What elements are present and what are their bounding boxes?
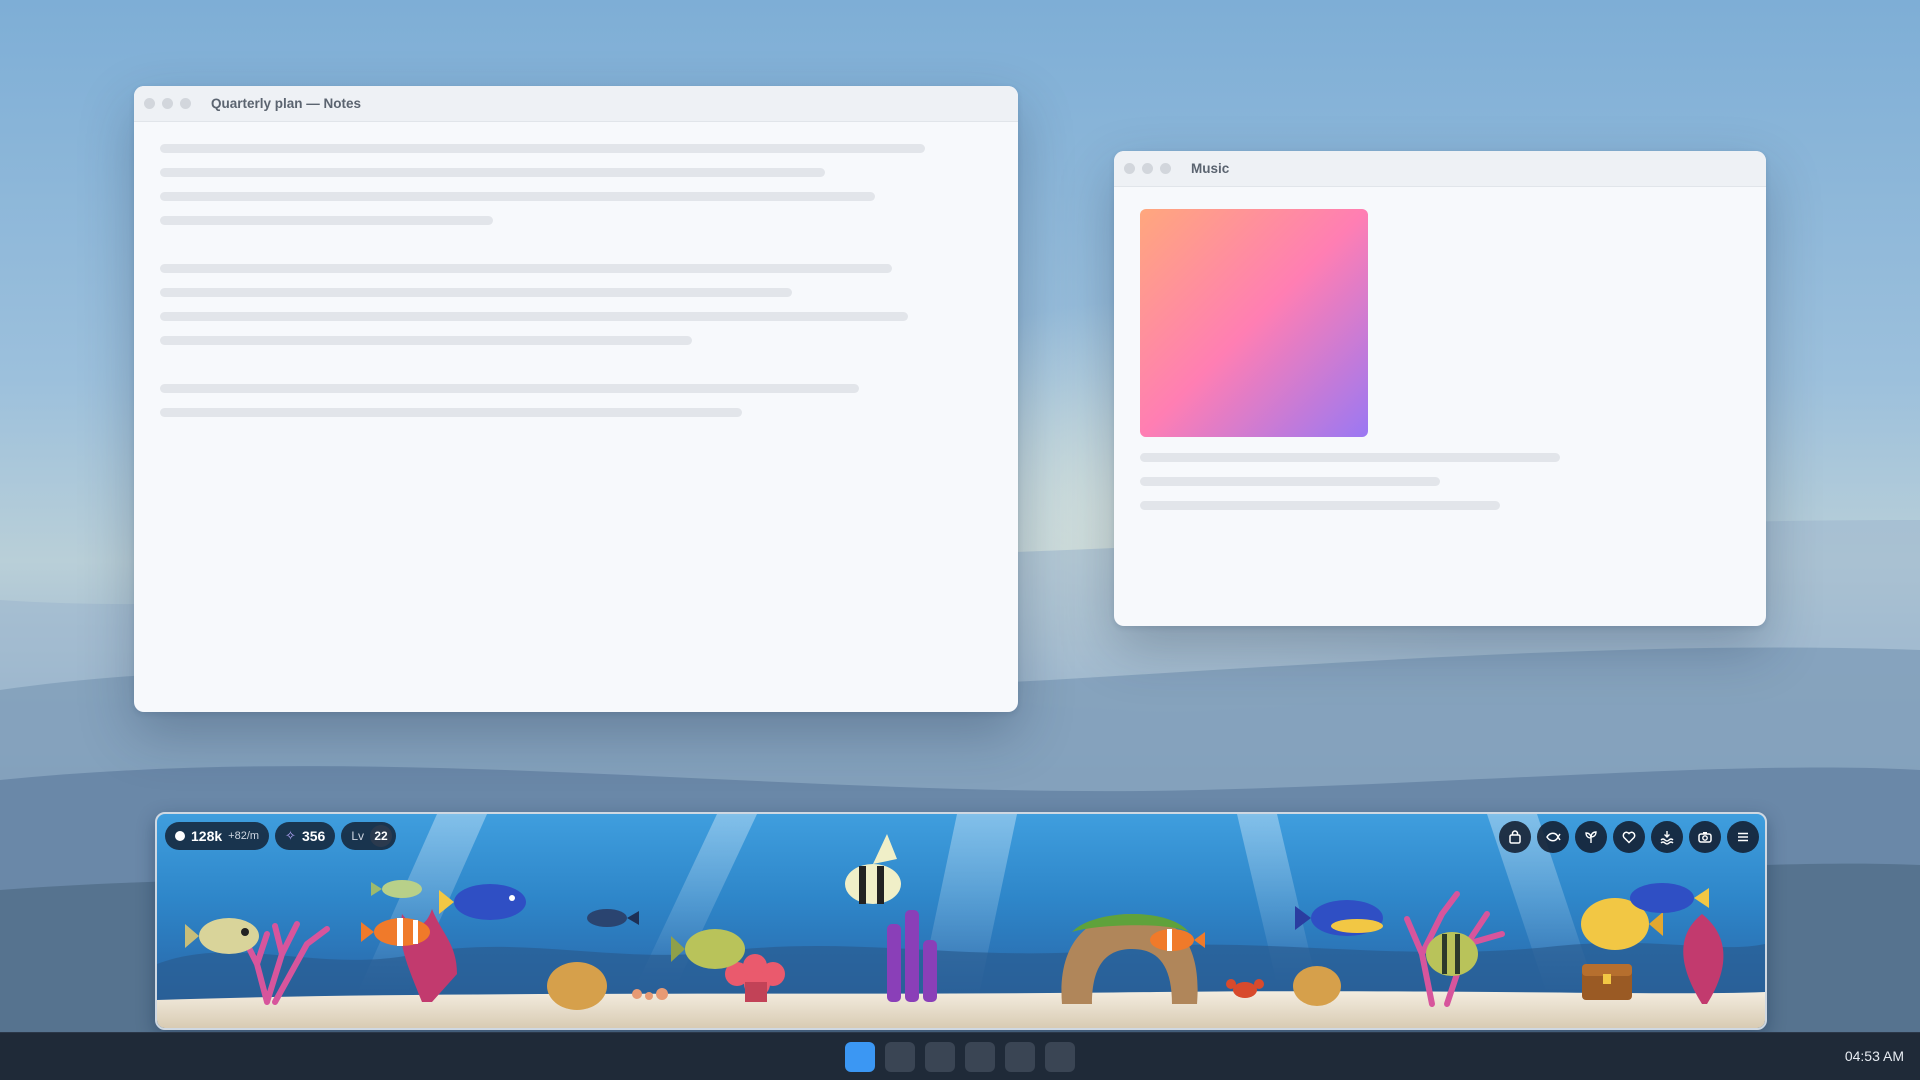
plant-icon (1585, 831, 1597, 843)
music-window-title: Music (1191, 161, 1230, 176)
heart-button[interactable] (1613, 821, 1645, 853)
text-line-placeholder (160, 192, 875, 201)
menu-icon (1738, 832, 1748, 842)
music-titlebar[interactable]: Music (1114, 151, 1766, 187)
shop-button[interactable] (1499, 821, 1531, 853)
blue-tang (1630, 883, 1709, 913)
text-line-placeholder (160, 336, 692, 345)
notes-window[interactable]: Quarterly plan — Notes (134, 86, 1018, 712)
window-controls (144, 98, 191, 109)
album-placeholder (1140, 501, 1500, 510)
text-line-placeholder (160, 216, 493, 225)
pufferfish (185, 918, 259, 954)
angelfish (845, 834, 901, 904)
taskbar-app-4[interactable] (965, 1042, 995, 1072)
camera-icon (1698, 832, 1712, 843)
small-dark-fish (587, 909, 639, 927)
window-controls (1124, 163, 1171, 174)
menu-button[interactable] (1727, 821, 1759, 853)
sparkle-icon: ✧ (285, 828, 296, 843)
album-art[interactable] (1140, 209, 1368, 437)
minimize-button[interactable] (1142, 163, 1153, 174)
text-line-placeholder (160, 408, 742, 417)
water-icon (1660, 831, 1674, 845)
water-button[interactable] (1651, 821, 1683, 853)
maximize-button[interactable] (1160, 163, 1171, 174)
taskbar-app-3[interactable] (925, 1042, 955, 1072)
level-indicator[interactable]: Lv 22 (341, 822, 396, 850)
plant-button[interactable] (1575, 821, 1607, 853)
shop-icon (1509, 830, 1521, 844)
aquarium-toolbar (1499, 821, 1759, 853)
text-line-placeholder (160, 312, 908, 321)
text-line-placeholder (160, 288, 792, 297)
taskbar-app-1[interactable] (845, 1042, 875, 1072)
brain-coral (547, 962, 607, 1010)
coins-counter[interactable]: 128k +82/m (165, 822, 270, 850)
clownfish (361, 918, 430, 946)
brain-coral (1293, 966, 1341, 1006)
notes-titlebar[interactable]: Quarterly plan — Notes (134, 86, 1018, 122)
treasure-chest (1582, 964, 1632, 1000)
notes-window-title: Quarterly plan — Notes (211, 96, 362, 111)
camera-button[interactable] (1689, 821, 1721, 853)
gems-value: 356 (301, 828, 326, 844)
sand (157, 991, 1765, 1028)
fish-icon (1546, 832, 1561, 842)
text-line-placeholder (160, 384, 859, 393)
taskbar: 04:53 AM (0, 1032, 1920, 1080)
coin-rate: +82/m (228, 830, 260, 842)
striped-fish (1426, 932, 1478, 976)
taskbar-app-6[interactable] (1045, 1042, 1075, 1072)
close-button[interactable] (144, 98, 155, 109)
text-line-placeholder (160, 144, 925, 153)
purple-tube-sponge (887, 910, 937, 1002)
clock[interactable]: 04:53 AM (1845, 1048, 1904, 1064)
level-value: 22 (370, 825, 392, 847)
coins-value: 128k (191, 828, 223, 844)
taskbar-app-2[interactable] (885, 1042, 915, 1072)
coin-icon (175, 831, 185, 841)
fish-button[interactable] (1537, 821, 1569, 853)
gems-counter[interactable]: ✧ 356 (275, 822, 336, 850)
music-window[interactable]: Music (1114, 151, 1766, 626)
green-fish (371, 880, 422, 898)
maximize-button[interactable] (180, 98, 191, 109)
taskbar-app-5[interactable] (1005, 1042, 1035, 1072)
regal-tang (1295, 900, 1383, 936)
taskbar-apps (845, 1042, 1075, 1072)
heart-icon (1622, 831, 1636, 844)
text-line-placeholder (160, 168, 825, 177)
level-label: Lv (351, 829, 364, 843)
track-title-placeholder (1140, 453, 1560, 462)
text-line-placeholder (160, 264, 892, 273)
aquarium-widget[interactable]: 128k +82/m ✧ 356 Lv 22 (155, 812, 1767, 1030)
artist-placeholder (1140, 477, 1440, 486)
minimize-button[interactable] (162, 98, 173, 109)
close-button[interactable] (1124, 163, 1135, 174)
aquarium-stats: 128k +82/m ✧ 356 Lv 22 (165, 822, 396, 850)
